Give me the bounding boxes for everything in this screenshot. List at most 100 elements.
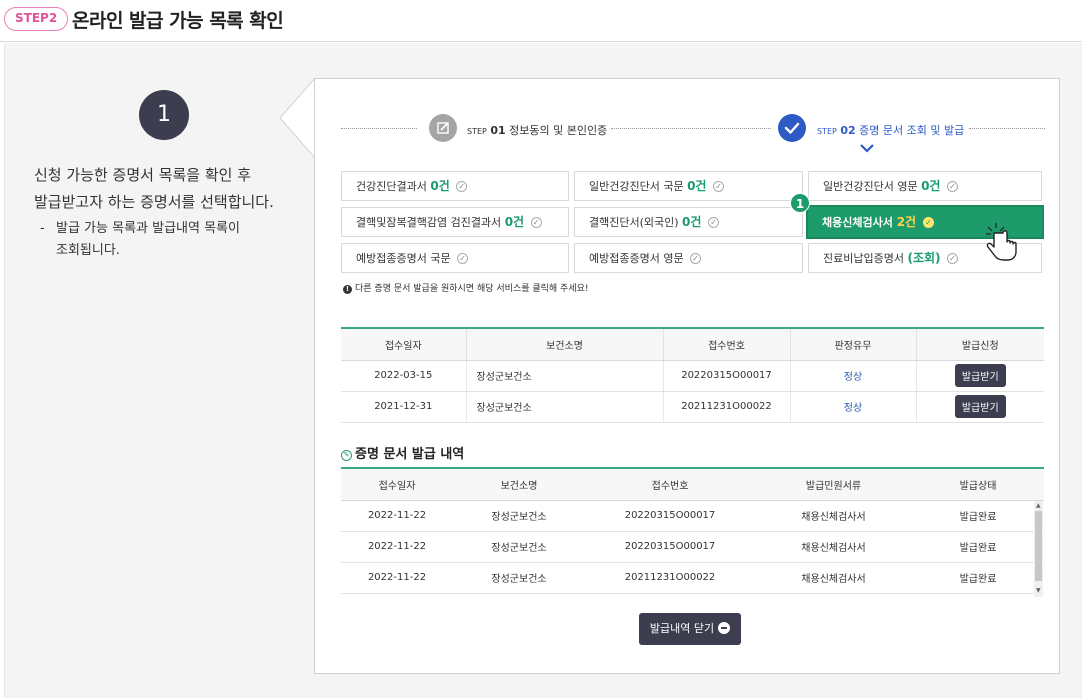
- table-header: 접수번호: [663, 328, 791, 361]
- cert-item[interactable]: 결핵진단서(외국인) 0건 ✓: [574, 207, 803, 237]
- cert-name: 일반건강진단서 국문: [589, 180, 684, 193]
- cert-name: 채용신체검사서: [822, 216, 893, 229]
- cell-receipt: 20220315O00017: [663, 360, 791, 392]
- cell-receipt: 20220315O00017: [585, 531, 755, 563]
- cert-name: 결핵및잠복결핵감염 검진결과서: [356, 216, 502, 229]
- table-row: 2022-03-15 장성군보건소 20220315O00017 정상 발급받기: [341, 360, 1044, 392]
- check-icon: ✓: [456, 180, 468, 192]
- table-header: 접수일자: [341, 468, 453, 501]
- step-label-1: STEP 01 정보동의 및 본인인증: [467, 122, 607, 138]
- notice: ! 다른 증명 문서 발급을 원하시면 해당 서비스를 클릭해 주세요!: [343, 281, 589, 294]
- cert-name: 일반건강진단서 영문: [823, 180, 918, 193]
- cell-status: 발급완료: [912, 500, 1044, 532]
- table-header: 발급민원서류: [755, 468, 912, 501]
- minus-circle-icon: [718, 622, 731, 634]
- close-history-button[interactable]: 발급내역 닫기: [639, 613, 741, 645]
- cert-count: 0건: [921, 179, 941, 193]
- guide-sub-line: 조회됩니다.: [56, 243, 120, 258]
- guide-number-badge: 1: [139, 90, 189, 140]
- step-title: 증명 문서 조회 및 발급: [859, 124, 965, 137]
- guide-sub-description: - 발급 가능 목록과 발급내역 목록이 조회됩니다.: [40, 218, 290, 262]
- cert-item[interactable]: 일반건강진단서 영문 0건 ✓: [808, 171, 1042, 201]
- cert-item[interactable]: 예방접종증명서 영문 ✓: [574, 243, 803, 273]
- notice-text: 다른 증명 문서 발급을 원하시면 해당 서비스를 클릭해 주세요!: [355, 284, 589, 294]
- check-icon: ✓: [707, 216, 719, 228]
- hand-cursor-icon: [986, 223, 1017, 261]
- cell-receipt: 20220315O00017: [585, 500, 755, 532]
- cell-center: 장성군보건소: [466, 391, 664, 423]
- cell-date: 2022-03-15: [341, 360, 467, 392]
- cert-item[interactable]: 일반건강진단서 국문 0건 ✓: [574, 171, 803, 201]
- step-divider: [341, 128, 417, 129]
- step-badge: STEP2: [4, 7, 69, 31]
- table-header: 보건소명: [453, 468, 585, 501]
- step-divider: [969, 128, 1045, 129]
- scrollbar-thumb[interactable]: [1035, 511, 1042, 581]
- check-icon: ✓: [922, 216, 934, 228]
- history-scrollbar[interactable]: ▲ ▼: [1034, 501, 1043, 597]
- step-number: 02: [840, 124, 856, 137]
- cert-item[interactable]: 건강진단결과서 0건 ✓: [341, 171, 569, 201]
- check-icon: ✓: [946, 180, 958, 192]
- cert-count: 0건: [430, 179, 450, 193]
- step-small: STEP: [817, 127, 837, 136]
- check-icon: ✓: [457, 252, 469, 264]
- chevron-down-icon: [860, 144, 874, 153]
- history-title-text: 증명 문서 발급 내역: [355, 447, 465, 462]
- cell-status: 발급완료: [912, 562, 1044, 594]
- cell-receipt: 20211231O00022: [585, 562, 755, 594]
- step-label-2: STEP 02 증명 문서 조회 및 발급: [817, 122, 964, 138]
- check-icon: ✓: [690, 252, 702, 264]
- check-icon: [778, 114, 806, 142]
- guide-description-line: 신청 가능한 증명서 목록을 확인 후: [34, 166, 252, 184]
- step-number: 01: [490, 124, 506, 137]
- table-header: 판정유무: [790, 328, 917, 361]
- step-divider: [611, 128, 771, 129]
- guide-sub-line: 발급 가능 목록과 발급내역 목록이: [56, 221, 240, 236]
- cell-action: 발급받기: [916, 391, 1044, 423]
- table-row: 2022-11-22 장성군보건소 20220315O00017 채용신체검사서…: [341, 531, 1044, 563]
- cert-name: 결핵진단서(외국인): [589, 216, 679, 229]
- cert-name: 예방접종증명서 국문: [356, 252, 451, 265]
- table-row: 2022-11-22 장성군보건소 20211231O00022 채용신체검사서…: [341, 562, 1044, 594]
- panel-pointer: [280, 78, 315, 158]
- table-header: 발급신청: [916, 328, 1044, 361]
- scroll-down-icon[interactable]: ▼: [1036, 587, 1041, 594]
- cert-count: 0건: [682, 215, 702, 229]
- cert-item[interactable]: 결핵및잠복결핵감염 검진결과서 0건 ✓: [341, 207, 569, 237]
- scroll-up-icon[interactable]: ▲: [1036, 502, 1041, 509]
- check-icon: ✓: [712, 180, 724, 192]
- check-icon: ✓: [947, 252, 959, 264]
- issue-table: 접수일자 보건소명 접수번호 판정유무 발급신청 2022-03-15 장성군보…: [341, 327, 1044, 423]
- document-icon: ✎: [341, 450, 352, 461]
- history-table: 접수일자 보건소명 접수번호 발급민원서류 발급상태 2022-11-22 장성…: [341, 467, 1044, 594]
- cell-date: 2022-11-22: [341, 562, 453, 594]
- cell-action: 발급받기: [916, 360, 1044, 392]
- page-title: 온라인 발급 가능 목록 확인: [72, 10, 284, 32]
- cell-verdict: 정상: [790, 360, 917, 392]
- cert-name: 진료비납입증명서: [823, 252, 904, 265]
- guide-sub-dash: -: [40, 221, 45, 236]
- issue-button[interactable]: 발급받기: [954, 395, 1006, 418]
- check-icon: ✓: [530, 216, 542, 228]
- close-history-label: 발급내역 닫기: [649, 622, 715, 635]
- cert-count: 2건: [896, 215, 917, 229]
- issue-button[interactable]: 발급받기: [954, 364, 1006, 387]
- cell-doc: 채용신체검사서: [755, 531, 912, 563]
- cell-date: 2022-11-22: [341, 500, 453, 532]
- guide-description-line: 발급받고자 하는 증명서를 선택합니다.: [34, 193, 274, 211]
- history-title: ✎ 증명 문서 발급 내역: [341, 443, 464, 462]
- cell-center: 장성군보건소: [453, 500, 585, 532]
- info-icon: !: [343, 285, 352, 294]
- table-header: 접수일자: [341, 328, 467, 361]
- table-header: 발급상태: [912, 468, 1044, 501]
- cert-count: 0건: [504, 215, 525, 229]
- table-header: 보건소명: [466, 328, 664, 361]
- cell-center: 장성군보건소: [453, 562, 585, 594]
- cert-item[interactable]: 예방접종증명서 국문 ✓: [341, 243, 569, 273]
- step-small: STEP: [467, 127, 487, 136]
- cert-name: 예방접종증명서 영문: [589, 252, 684, 265]
- table-header: 접수번호: [585, 468, 755, 501]
- page-header: STEP2 온라인 발급 가능 목록 확인: [0, 0, 1082, 42]
- cert-count: 0건: [687, 179, 707, 193]
